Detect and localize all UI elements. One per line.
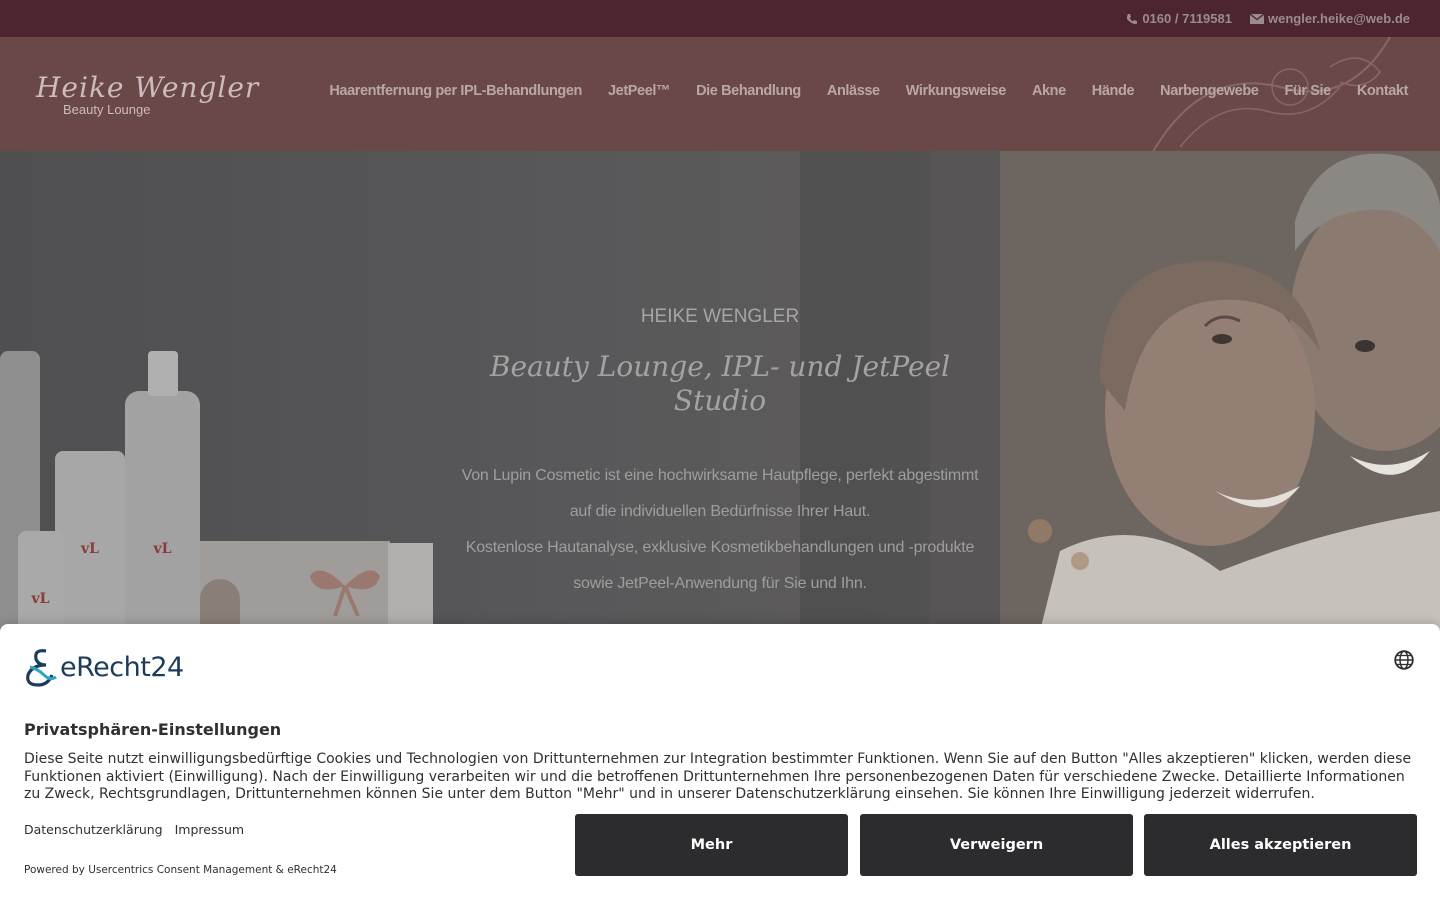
nav-item-behandlung[interactable]: Die Behandlung bbox=[696, 83, 801, 99]
product-bottle: vL bbox=[125, 391, 200, 651]
privacy-policy-link[interactable]: Datenschutzerklärung bbox=[24, 822, 163, 837]
hero-title: Beauty Lounge, IPL- und JetPeel Studio bbox=[440, 350, 1000, 418]
phone-number: 0160 / 7119581 bbox=[1142, 11, 1232, 26]
nav-item-kontakt[interactable]: Kontakt bbox=[1357, 83, 1409, 99]
email-address: wengler.heike@web.de bbox=[1267, 11, 1410, 26]
erecht24-logo: eRecht24 bbox=[24, 647, 184, 687]
phone-contact[interactable]: 0160 / 7119581 bbox=[1126, 11, 1232, 26]
main-navigation: Haarentfernung per IPL-Behandlungen JetP… bbox=[329, 83, 1408, 99]
logo-subtitle: Beauty Lounge bbox=[63, 102, 151, 117]
phone-icon bbox=[1127, 13, 1138, 24]
consent-banner: eRecht24 Privatsphären-Einstellungen Die… bbox=[0, 624, 1440, 900]
imprint-link[interactable]: Impressum bbox=[175, 822, 244, 837]
consent-heading: Privatsphären-Einstellungen bbox=[24, 720, 282, 739]
contact-info: 0160 / 7119581 wengler.heike@web.de bbox=[1126, 11, 1410, 26]
nav-item-jetpeel[interactable]: JetPeel™ bbox=[608, 83, 670, 99]
deny-button[interactable]: Verweigern bbox=[860, 814, 1133, 876]
product-pump bbox=[148, 351, 178, 396]
more-button[interactable]: Mehr bbox=[575, 814, 848, 876]
hero-title-line: Studio bbox=[673, 384, 767, 417]
ribbon-bow-icon bbox=[310, 570, 380, 616]
globe-icon[interactable] bbox=[1394, 650, 1414, 670]
envelope-icon bbox=[1249, 13, 1264, 24]
top-contact-bar: 0160 / 7119581 wengler.heike@web.de bbox=[0, 0, 1440, 37]
hero-description-line: Von Lupin Cosmetic ist eine hochwirksame… bbox=[461, 467, 979, 484]
nav-item-ipl[interactable]: Haarentfernung per IPL-Behandlungen bbox=[329, 83, 582, 99]
brand-wordmark: eRecht24 bbox=[60, 651, 184, 683]
erecht24-mark-icon bbox=[26, 649, 57, 687]
nav-item-fuer-sie[interactable]: Für Sie bbox=[1284, 83, 1331, 99]
hero-description-line: Kostenlose Hautanalyse, exklusive Kosmet… bbox=[465, 539, 975, 556]
consent-links: Datenschutzerklärung Impressum bbox=[24, 822, 244, 837]
hero-content: HEIKE WENGLER Beauty Lounge, IPL- und Je… bbox=[440, 306, 1000, 602]
hero-description-line: auf die individuellen Bedürfnisse Ihrer … bbox=[569, 503, 871, 520]
hero-description: Von Lupin Cosmetic ist eine hochwirksame… bbox=[440, 458, 1000, 602]
logo-script: Heike Wengler bbox=[36, 71, 260, 104]
consent-body: Diese Seite nutzt einwilligungsbedürftig… bbox=[24, 751, 1412, 802]
accept-all-button[interactable]: Alles akzeptieren bbox=[1144, 814, 1417, 876]
email-contact[interactable]: wengler.heike@web.de bbox=[1249, 11, 1410, 26]
nav-item-narbengewebe[interactable]: Narbengewebe bbox=[1160, 83, 1259, 99]
site-header: Heike Wengler Beauty Lounge Haarentfernu… bbox=[0, 37, 1440, 151]
nav-item-wirkungsweise[interactable]: Wirkungsweise bbox=[906, 83, 1007, 99]
hero-description-line: sowie JetPeel-Anwendung für Sie und Ihn. bbox=[573, 575, 867, 592]
product-image: vL vL vL bbox=[0, 331, 450, 651]
couple-photo bbox=[1000, 151, 1440, 631]
site-logo[interactable]: Heike Wengler Beauty Lounge bbox=[36, 71, 259, 117]
hero-title-line: Beauty Lounge, IPL- und JetPeel bbox=[489, 350, 951, 383]
nav-item-akne[interactable]: Akne bbox=[1032, 83, 1066, 99]
powered-by-text: Powered by Usercentrics Consent Manageme… bbox=[24, 864, 337, 876]
nav-item-anlaesse[interactable]: Anlässe bbox=[827, 83, 880, 99]
product-bottle: vL bbox=[55, 451, 125, 651]
nav-item-haende[interactable]: Hände bbox=[1092, 83, 1135, 99]
hero-eyebrow: HEIKE WENGLER bbox=[640, 306, 800, 327]
